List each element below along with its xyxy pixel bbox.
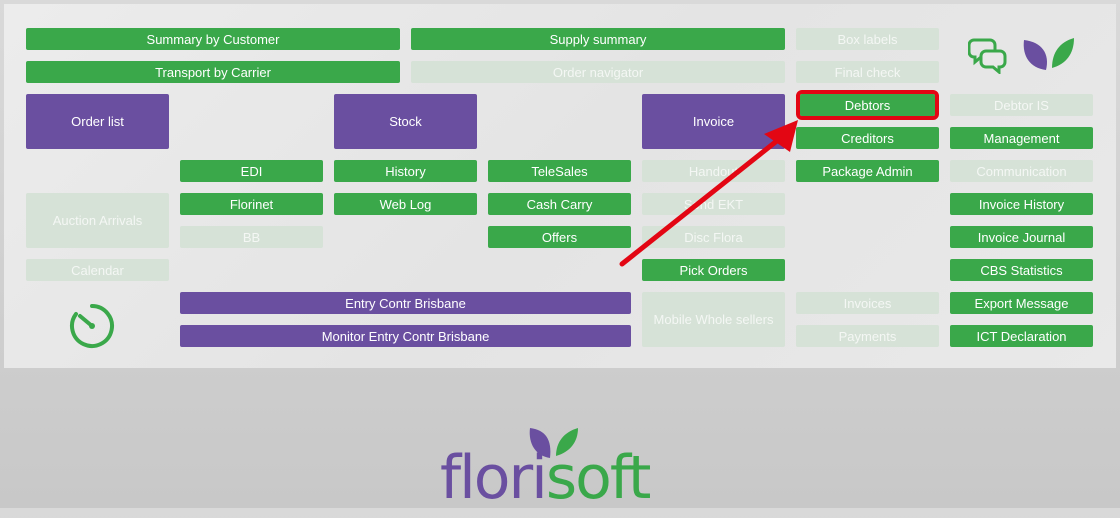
florisoft-logo: florisoft: [440, 428, 690, 513]
order-navigator-button[interactable]: Order navigator: [411, 61, 785, 83]
invoice-journal-button[interactable]: Invoice Journal: [950, 226, 1093, 248]
stock-button[interactable]: Stock: [334, 94, 477, 149]
final-check-button[interactable]: Final check: [796, 61, 939, 83]
web-log-button[interactable]: Web Log: [334, 193, 477, 215]
auction-arrivals-button[interactable]: Auction Arrivals: [26, 193, 169, 248]
invoices-button[interactable]: Invoices: [796, 292, 939, 314]
export-message-button[interactable]: Export Message: [950, 292, 1093, 314]
debtors-button[interactable]: Debtors: [796, 90, 939, 120]
edi-button[interactable]: EDI: [180, 160, 323, 182]
debtor-is-button[interactable]: Debtor IS: [950, 94, 1093, 116]
transport-by-carrier-button[interactable]: Transport by Carrier: [26, 61, 400, 83]
florinet-button[interactable]: Florinet: [180, 193, 323, 215]
mobile-whole-sellers-button[interactable]: Mobile Whole sellers: [642, 292, 785, 347]
creditors-button[interactable]: Creditors: [796, 127, 939, 149]
summary-by-customer-button[interactable]: Summary by Customer: [26, 28, 400, 50]
calendar-button[interactable]: Calendar: [26, 259, 169, 281]
box-labels-button[interactable]: Box labels: [796, 28, 939, 50]
ict-declaration-button[interactable]: ICT Declaration: [950, 325, 1093, 347]
cbs-statistics-button[interactable]: CBS Statistics: [950, 259, 1093, 281]
monitor-entry-contr-brisbane-button[interactable]: Monitor Entry Contr Brisbane: [180, 325, 631, 347]
payments-button[interactable]: Payments: [796, 325, 939, 347]
order-list-button[interactable]: Order list: [26, 94, 169, 149]
stopwatch-icon[interactable]: [68, 302, 116, 350]
history-button[interactable]: History: [334, 160, 477, 182]
communication-button[interactable]: Communication: [950, 160, 1093, 182]
invoice-history-button[interactable]: Invoice History: [950, 193, 1093, 215]
chat-icon[interactable]: [968, 36, 1008, 74]
logo-text-flor: flor: [440, 443, 533, 513]
bb-button[interactable]: BB: [180, 226, 323, 248]
entry-contr-brisbane-button[interactable]: Entry Contr Brisbane: [180, 292, 631, 314]
logo-leaf-icon: [529, 428, 578, 458]
management-button[interactable]: Management: [950, 127, 1093, 149]
supply-summary-button[interactable]: Supply summary: [411, 28, 785, 50]
package-admin-button[interactable]: Package Admin: [796, 160, 939, 182]
leaf-logo-icon: [1023, 38, 1074, 70]
annotation-arrow: [619, 120, 798, 267]
